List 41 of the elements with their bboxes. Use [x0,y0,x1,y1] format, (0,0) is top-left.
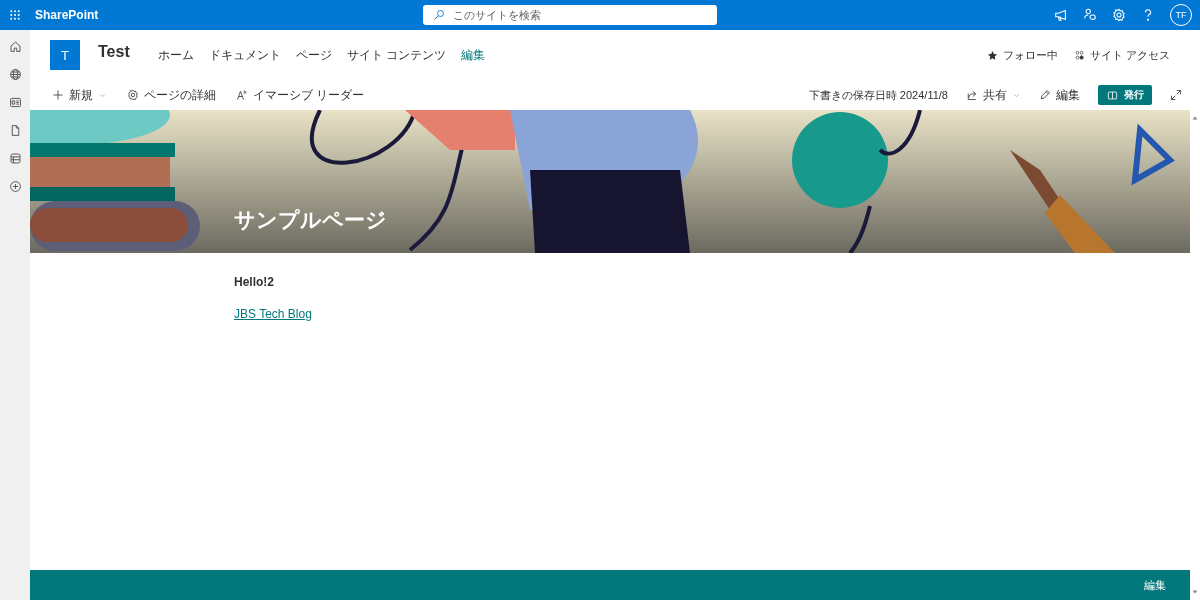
news-icon[interactable] [8,96,22,109]
star-icon [986,49,998,61]
search-icon [433,9,445,21]
people-icon[interactable] [1083,8,1097,22]
search-field[interactable]: このサイトを検索 [423,5,717,25]
follow-button[interactable]: フォロー中 [986,47,1058,63]
blog-link[interactable]: JBS Tech Blog [234,307,312,321]
app-launcher-icon[interactable] [9,9,21,21]
share-button[interactable]: 共有 [966,86,1021,104]
settings-icon[interactable] [1112,8,1126,22]
add-icon[interactable] [8,180,22,193]
save-status: 下書きの保存日時 2024/11/8 [808,87,948,103]
edit-button[interactable]: 編集 [1039,86,1080,104]
nav-link[interactable]: ページ [295,46,332,64]
text-heading: Hello!2 [234,275,274,289]
reader-icon [236,89,248,101]
expand-icon[interactable] [1170,89,1182,101]
globe-icon[interactable] [8,68,22,81]
new-button[interactable]: 新規 [52,86,107,104]
nav-link[interactable]: サイト コンテンツ [346,46,447,64]
share-icon [966,89,978,101]
nav-link[interactable]: ホーム [157,46,194,64]
site-logo[interactable]: T [50,40,80,70]
people-icon [1073,49,1085,61]
immersive-reader-button[interactable]: イマーシブ リーダー [236,86,365,104]
page-details-button[interactable]: ページの詳細 [127,86,216,104]
settings-icon [127,89,139,101]
nav-link[interactable]: 編集 [461,46,486,64]
home-icon[interactable] [8,40,22,53]
edit-button[interactable]: 編集 [1144,577,1166,593]
list-icon[interactable] [8,152,22,165]
megaphone-icon[interactable] [1054,8,1068,22]
site-title[interactable]: Test [98,43,130,61]
pencil-icon [1039,89,1051,101]
publish-button[interactable]: 発行 [1098,85,1152,105]
site-access-button[interactable]: サイト アクセス [1073,47,1170,63]
page-title: サンプルページ [234,207,387,233]
plus-icon [52,89,64,101]
nav-link[interactable]: ドキュメント [208,46,281,64]
book-icon [1106,89,1118,101]
app-name[interactable]: SharePoint [35,8,423,22]
